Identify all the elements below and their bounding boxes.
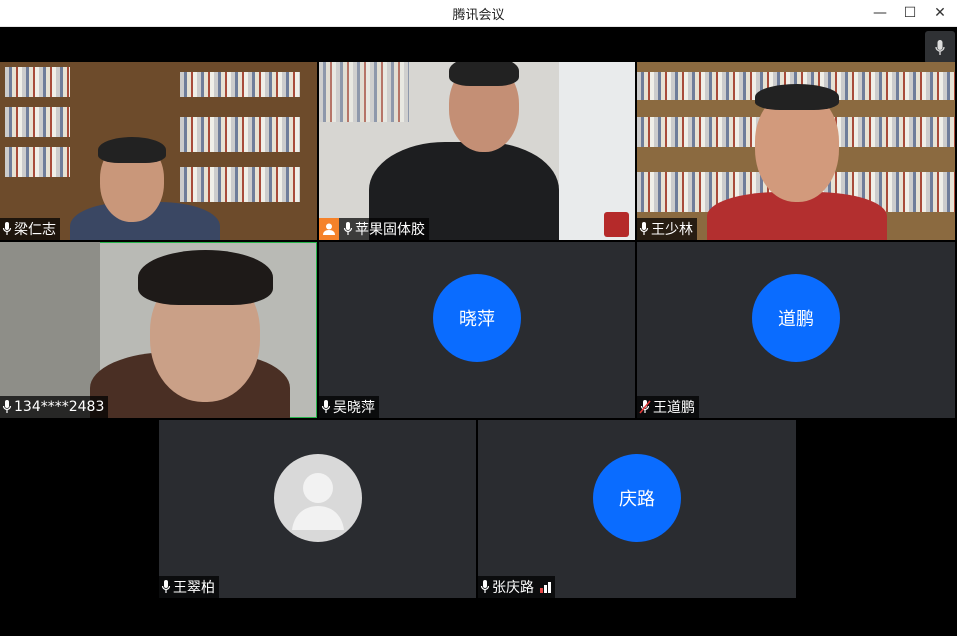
- participant-name: 134****2483: [14, 399, 105, 415]
- minimize-button[interactable]: —: [868, 3, 892, 23]
- participant-tile[interactable]: 道鹏 王道鹏: [637, 242, 955, 418]
- participant-name: 王道鹏: [653, 400, 695, 416]
- participant-name: 吴晓萍: [333, 400, 375, 416]
- microphone-icon: [2, 222, 12, 236]
- user-host-icon: [319, 218, 339, 240]
- participant-tile[interactable]: 王翠柏: [159, 420, 476, 598]
- microphone-icon: [321, 400, 331, 414]
- participant-name: 苹果固体胶: [355, 222, 425, 238]
- microphone-icon: [343, 222, 353, 236]
- close-button[interactable]: ✕: [928, 3, 952, 23]
- participant-name: 王少林: [651, 222, 693, 238]
- microphone-icon: [2, 400, 12, 414]
- signal-bars-icon: [540, 581, 551, 593]
- microphone-icon: [935, 39, 945, 55]
- participant-tile[interactable]: 苹果固体胶: [319, 62, 635, 240]
- video-grid: 梁仁志 苹果固体胶 王少林 134****2483 晓萍 吴晓萍 道鹏 王道鹏 …: [0, 27, 957, 636]
- participant-nametag: 吴晓萍: [319, 396, 379, 418]
- participant-tile[interactable]: 晓萍 吴晓萍: [319, 242, 635, 418]
- title-bar: 腾讯会议 — ☐ ✕: [0, 0, 957, 27]
- maximize-button[interactable]: ☐: [898, 3, 922, 23]
- participant-tile[interactable]: 梁仁志: [0, 62, 317, 240]
- participant-nametag: 苹果固体胶: [319, 218, 429, 240]
- avatar: 庆路: [593, 454, 681, 542]
- participant-tile[interactable]: 庆路 张庆路: [478, 420, 796, 598]
- microphone-icon: [639, 222, 649, 236]
- participant-tile[interactable]: 王少林: [637, 62, 955, 240]
- participant-tile[interactable]: 134****2483: [0, 242, 317, 418]
- participant-nametag: 王少林: [637, 218, 697, 240]
- participant-nametag: 134****2483: [0, 396, 109, 418]
- avatar: 道鹏: [752, 274, 840, 362]
- window-title: 腾讯会议: [452, 8, 505, 23]
- participant-name: 梁仁志: [14, 222, 56, 238]
- participant-nametag: 梁仁志: [0, 218, 60, 240]
- participant-nametag: 王翠柏: [159, 576, 219, 598]
- microphone-icon: [480, 580, 490, 594]
- microphone-icon: [161, 580, 171, 594]
- participant-nametag: 张庆路: [478, 576, 555, 598]
- avatar: 晓萍: [433, 274, 521, 362]
- participant-name: 王翠柏: [173, 580, 215, 596]
- participant-name: 张庆路: [492, 580, 534, 596]
- microphone-toggle-button[interactable]: [925, 31, 955, 64]
- default-avatar-icon: [274, 454, 362, 542]
- microphone-muted-icon: [639, 400, 651, 414]
- participant-nametag: 王道鹏: [637, 396, 699, 418]
